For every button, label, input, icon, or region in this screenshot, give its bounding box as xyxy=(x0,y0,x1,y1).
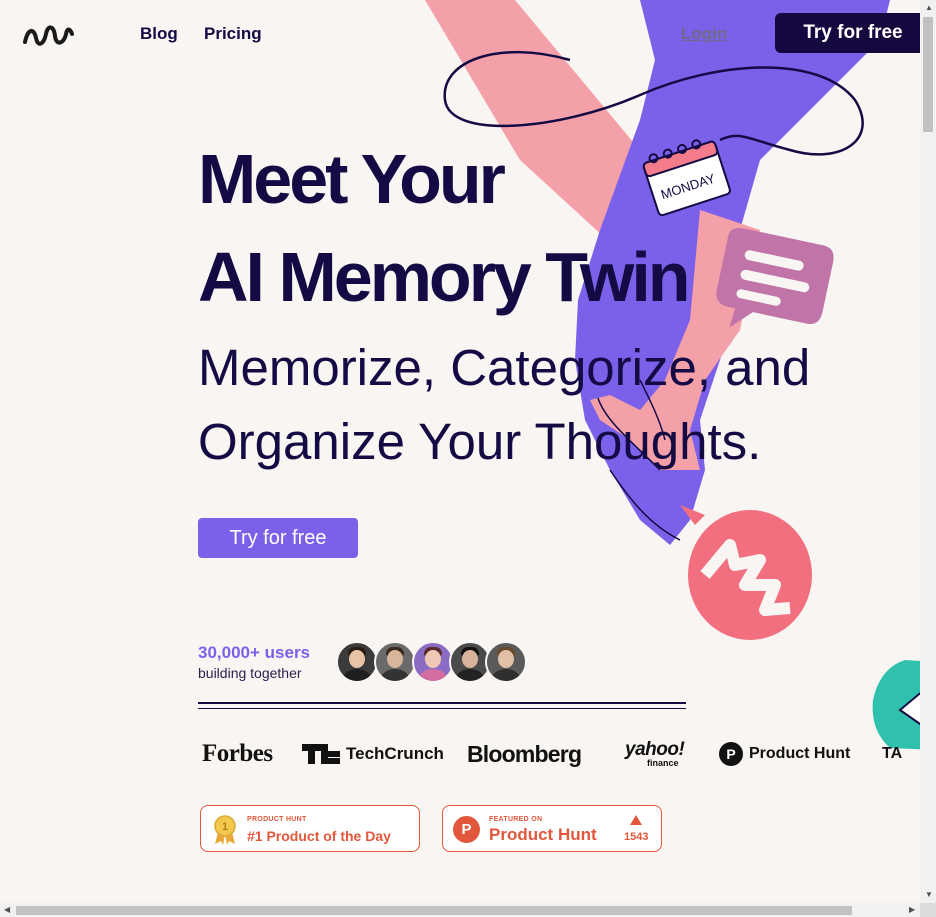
logo-icon[interactable] xyxy=(22,20,74,48)
vertical-scrollbar[interactable] xyxy=(920,0,936,903)
producthunt-mark-icon: P xyxy=(719,742,743,766)
nav-login-link[interactable]: Login xyxy=(681,24,727,44)
techcrunch-logo: TechCrunch xyxy=(302,738,444,770)
badge-title: Product Hunt xyxy=(489,825,597,844)
hero-try-free-button[interactable]: Try for free xyxy=(198,518,358,558)
bloomberg-logo: Bloomberg xyxy=(467,740,582,767)
scroll-down-arrow-icon[interactable]: ▼ xyxy=(925,891,933,899)
avatar xyxy=(374,641,416,683)
users-count: 30,000+ users xyxy=(198,643,311,662)
producthunt-wordmark: Product Hunt xyxy=(749,745,851,762)
badge-kicker: FEATURED ON xyxy=(489,816,543,823)
finance-wordmark: finance xyxy=(647,758,679,768)
avatar xyxy=(485,641,527,683)
scrollbar-corner xyxy=(920,903,936,917)
users-caption: building together xyxy=(198,665,302,681)
producthunt-p-icon: P xyxy=(453,816,480,843)
badge-title: #1 Product of the Day xyxy=(247,828,391,844)
nav-blog-link[interactable]: Blog xyxy=(140,24,178,44)
divider xyxy=(198,702,686,704)
forbes-logo: Forbes xyxy=(202,740,273,767)
featured-on-producthunt-badge[interactable]: P FEATURED ON Product Hunt 1543 xyxy=(442,805,662,852)
hero-subtitle-line-2: Organize Your Thoughts. xyxy=(198,413,762,470)
yahoo-wordmark: yahoo! xyxy=(625,739,685,760)
nav-pricing-link[interactable]: Pricing xyxy=(204,24,262,44)
scroll-up-arrow-icon[interactable]: ▲ xyxy=(925,4,933,12)
badge-kicker: PRODUCT HUNT xyxy=(247,816,307,823)
scroll-right-arrow-icon[interactable]: ▶ xyxy=(909,906,915,914)
partial-press-logo: TA xyxy=(882,745,903,762)
zigzag-bubble-icon xyxy=(680,505,812,640)
vote-count: 1543 xyxy=(624,831,649,843)
horizontal-scrollbar-thumb[interactable] xyxy=(16,906,852,915)
vertical-scrollbar-thumb[interactable] xyxy=(923,17,933,132)
yahoo-finance-logo: yahoo! finance xyxy=(625,738,685,770)
techcrunch-mark-icon xyxy=(302,744,340,764)
hero-title-line-2: AI Memory Twin xyxy=(198,238,691,316)
techcrunch-wordmark: TechCrunch xyxy=(346,744,444,763)
avatar xyxy=(336,641,378,683)
producthunt-logo: P Product Hunt xyxy=(719,738,850,770)
svg-text:1: 1 xyxy=(222,821,228,833)
hero-title-line-1: Meet Your xyxy=(198,140,506,218)
hero-subtitle-line-1: Memorize, Categorize, and xyxy=(198,339,811,396)
scroll-left-arrow-icon[interactable]: ◀ xyxy=(4,906,10,914)
avatar xyxy=(412,641,454,683)
product-of-the-day-badge[interactable]: 1 PRODUCT HUNT #1 Product of the Day xyxy=(200,805,420,852)
upvote-arrow-icon xyxy=(630,815,642,825)
header-try-free-button[interactable]: Try for free xyxy=(775,13,925,53)
divider xyxy=(198,708,686,709)
medal-icon: 1 xyxy=(214,815,236,845)
